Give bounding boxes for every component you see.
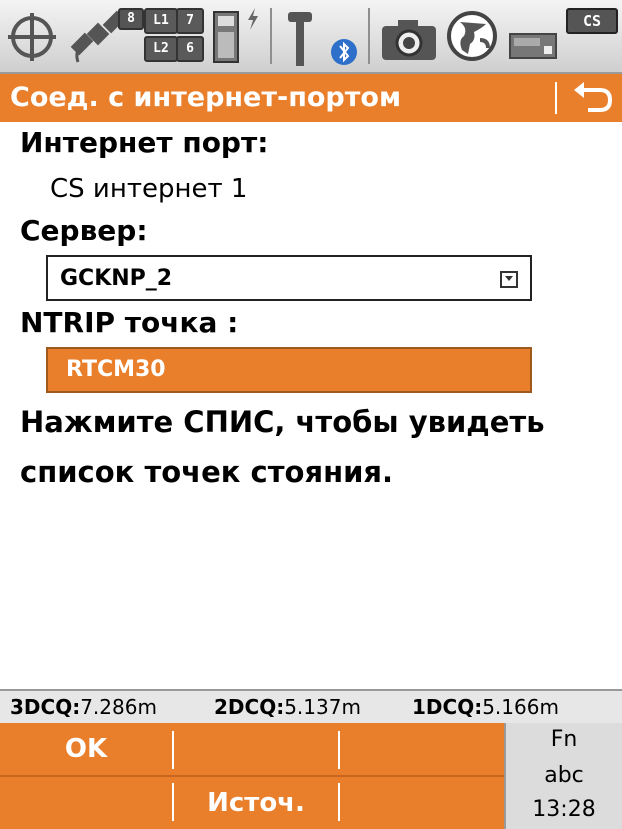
hint-text: Нажмите СПИС, чтобы увидеть список точек… (20, 397, 610, 497)
cs-badge[interactable]: CS (566, 8, 618, 34)
softkey-f3[interactable] (340, 723, 504, 775)
lightning-icon (246, 8, 260, 30)
clock: 13:28 (532, 797, 596, 822)
page-title: Соед. с интернет-портом (10, 82, 402, 113)
ntrip-mountpoint-field[interactable]: RTCM30 (46, 347, 532, 393)
hint-line-1: Нажмите СПИС, чтобы увидеть (20, 405, 545, 439)
server-dropdown[interactable]: GCKNP_2 (46, 255, 532, 301)
internet-port-value: CS интернет 1 (50, 174, 248, 204)
title-bar: Соед. с интернет-портом (0, 74, 622, 122)
device-icon[interactable] (508, 30, 560, 62)
bluetooth-icon[interactable] (330, 38, 358, 66)
l1-label: L1 (144, 8, 178, 34)
fn-panel[interactable]: Fn abc 13:28 (504, 723, 622, 829)
quality-3d: 3DCQ:7.286m (10, 695, 157, 719)
globe-icon[interactable] (446, 10, 498, 62)
softkey-f2[interactable] (174, 723, 338, 775)
crosshair-icon[interactable] (6, 10, 62, 62)
source-button[interactable]: Источ. (174, 777, 338, 829)
sd-card-icon[interactable] (212, 10, 242, 64)
camera-icon[interactable] (380, 18, 440, 62)
l2-label: L2 (144, 36, 178, 62)
server-label: Сервер: (20, 214, 148, 247)
fn-label[interactable]: Fn (506, 727, 622, 752)
quality-2d: 2DCQ:5.137m (214, 695, 361, 719)
back-button[interactable] (566, 78, 616, 118)
l1-count: 7 (176, 8, 204, 34)
quality-1d: 1DCQ:5.166m (412, 695, 559, 719)
title-divider (555, 82, 557, 114)
coordinate-quality-bar: 3DCQ:7.286m 2DCQ:5.137m 1DCQ:5.166m (0, 689, 622, 725)
softkey-f6[interactable] (340, 777, 504, 829)
ok-button[interactable]: OK (0, 723, 172, 775)
status-bar: 8 L1 7 L2 6 CS (0, 0, 622, 74)
back-arrow-icon (574, 82, 613, 112)
internet-port-label: Интернет порт: (20, 126, 269, 159)
satellite-count: 8 (118, 8, 144, 30)
input-mode: abc (544, 763, 584, 788)
ntrip-label: NTRIP точка : (20, 306, 239, 339)
server-value: GCKNP_2 (60, 266, 173, 291)
ntrip-value: RTCM30 (66, 357, 166, 382)
l2-count: 6 (176, 36, 204, 62)
softkey-f4[interactable] (0, 777, 172, 829)
hint-line-2: список точек стояния. (20, 455, 394, 489)
dropdown-icon (500, 271, 518, 288)
softkey-bar: OK Источ. (0, 723, 504, 829)
gnss-antenna-icon[interactable] (284, 8, 320, 68)
